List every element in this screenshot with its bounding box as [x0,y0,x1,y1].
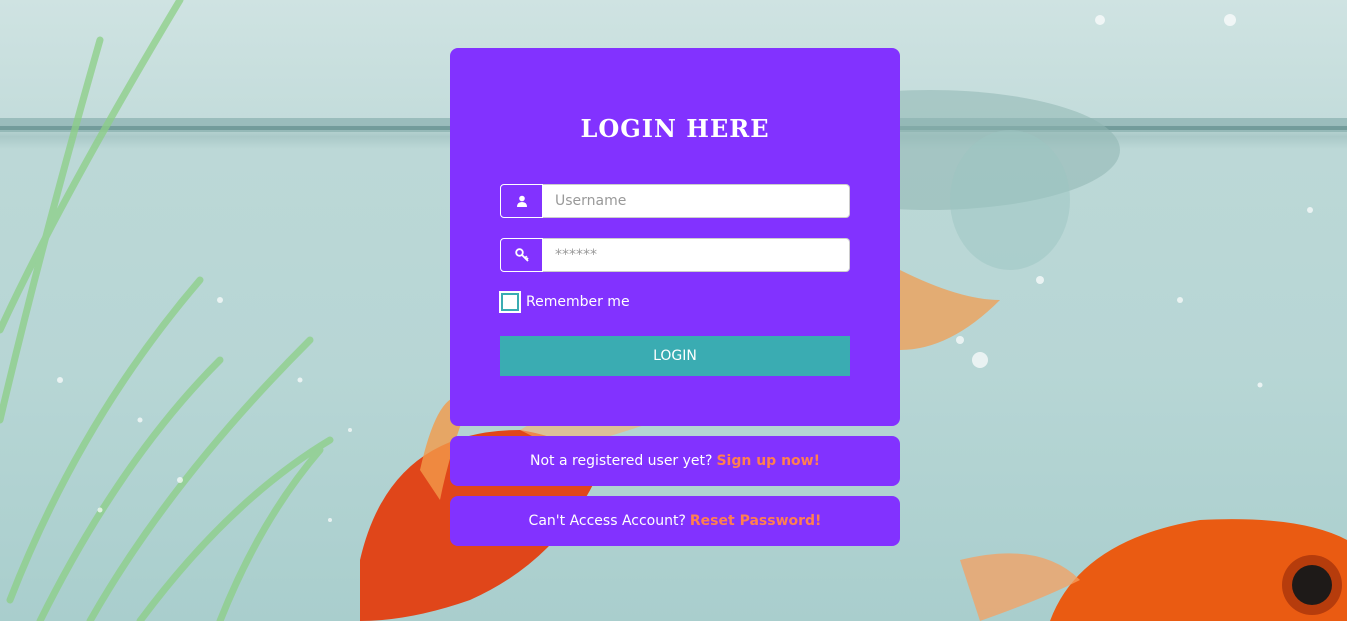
remember-label[interactable]: Remember me [526,294,630,310]
login-title: LOGIN HERE [580,114,770,143]
reset-text: Can't Access Account? [528,513,686,529]
password-field [500,238,850,272]
signup-link[interactable]: Sign up now! [716,453,820,469]
username-input[interactable] [543,184,850,218]
key-icon [500,238,543,272]
remember-checkbox[interactable] [499,291,521,313]
reset-password-link[interactable]: Reset Password! [690,513,822,529]
remember-me: Remember me [499,291,630,313]
reset-box: Can't Access Account? Reset Password! [450,496,900,546]
signup-text: Not a registered user yet? [530,453,713,469]
login-card: LOGIN HERE Remember me LOGIN [450,48,900,426]
username-field [500,184,850,218]
password-input[interactable] [543,238,850,272]
user-icon [500,184,543,218]
login-button[interactable]: LOGIN [500,336,850,376]
signup-box: Not a registered user yet? Sign up now! [450,436,900,486]
